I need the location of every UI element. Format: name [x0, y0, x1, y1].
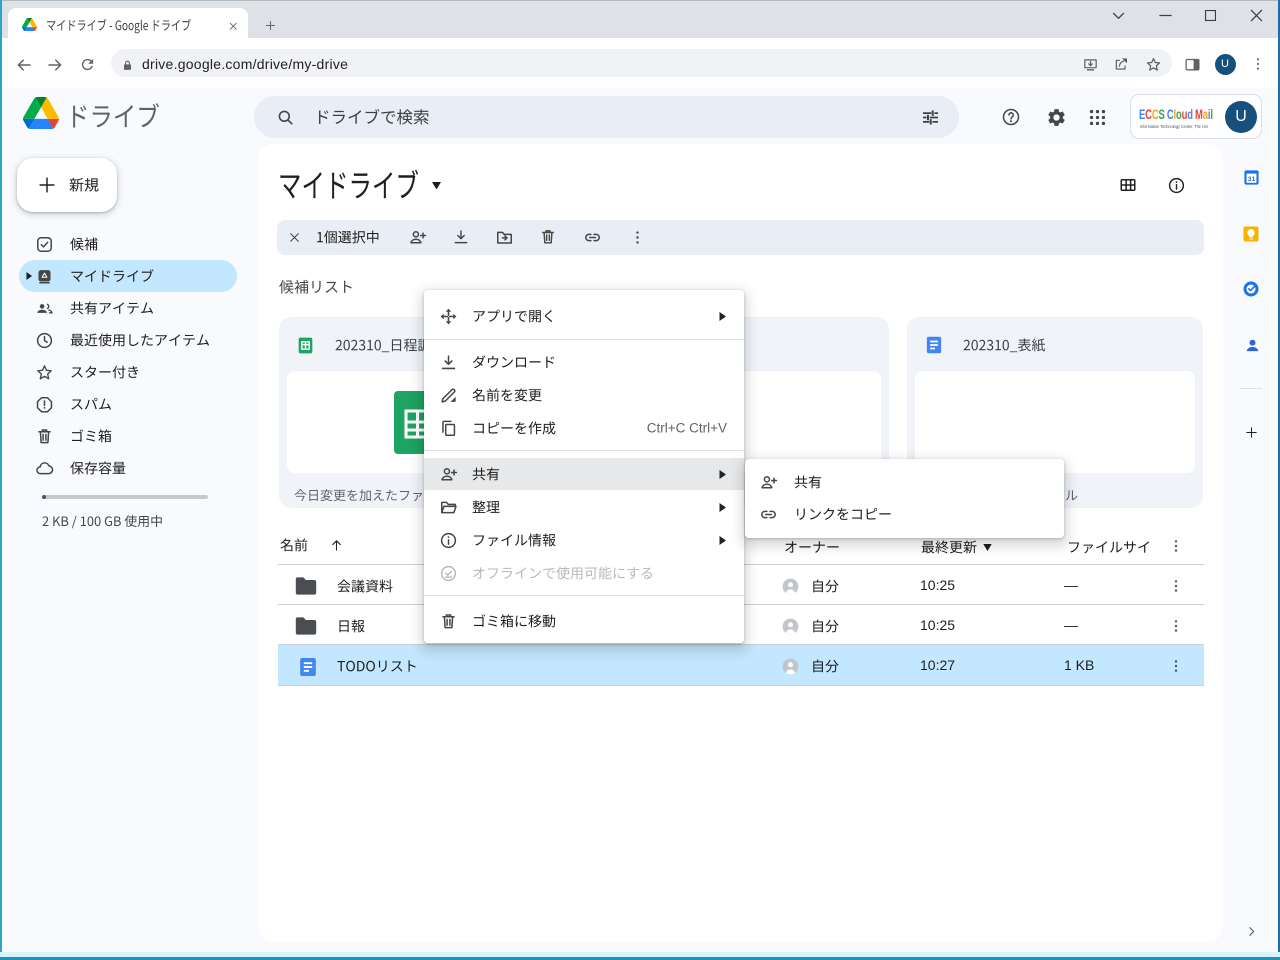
svg-text:31: 31	[1247, 176, 1255, 183]
